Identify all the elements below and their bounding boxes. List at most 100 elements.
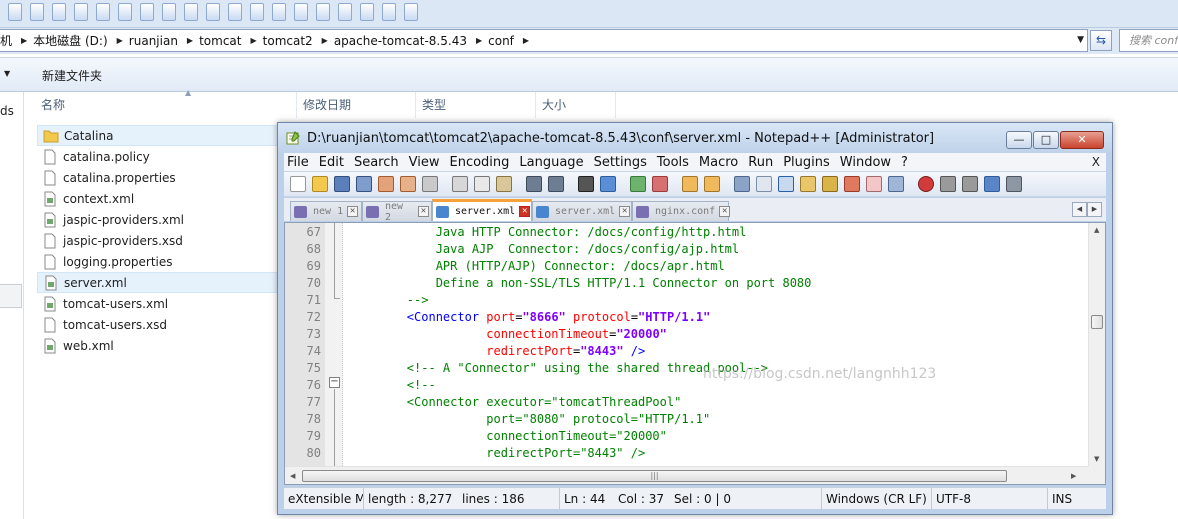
close-tab-icon[interactable]: ✕ — [719, 206, 731, 217]
minimize-button[interactable]: — — [1006, 131, 1032, 149]
file-row[interactable]: catalina.policy — [37, 146, 285, 167]
window-thumbnail[interactable] — [316, 3, 330, 21]
code-line[interactable]: Java HTTP Connector: /docs/config/http.h… — [349, 224, 747, 241]
code-line[interactable]: APR (HTTP/AJP) Connector: /docs/apr.html — [349, 258, 725, 275]
menu-search[interactable]: Search — [354, 155, 399, 170]
window-thumbnail[interactable] — [272, 3, 286, 21]
search-input[interactable]: 搜索 conf — [1119, 29, 1178, 52]
menu-help[interactable]: ? — [901, 155, 908, 170]
menu-view[interactable]: View — [409, 155, 440, 170]
file-row[interactable]: context.xml — [37, 188, 285, 209]
close-all-icon[interactable] — [400, 176, 416, 192]
document-map-icon[interactable] — [822, 176, 838, 192]
status-encoding[interactable]: UTF-8 — [932, 488, 1048, 509]
window-thumbnail[interactable] — [404, 3, 418, 21]
window-thumbnail[interactable] — [184, 3, 198, 21]
window-thumbnail[interactable] — [118, 3, 132, 21]
tab-new-1[interactable]: new 1 ✕ — [290, 201, 362, 221]
window-thumbnail[interactable] — [74, 3, 88, 21]
file-row[interactable]: logging.properties — [37, 251, 285, 272]
code-line[interactable]: connectionTimeout="20000" — [349, 428, 667, 445]
window-thumbnail[interactable] — [228, 3, 242, 21]
horizontal-scroll-thumb[interactable]: ||| — [302, 470, 1007, 482]
save-all-icon[interactable] — [356, 176, 372, 192]
tab-nginx-conf[interactable]: nginx.conf ✕ — [632, 201, 731, 221]
menu-window[interactable]: Window — [840, 155, 891, 170]
word-wrap-icon[interactable] — [734, 176, 750, 192]
close-tab-icon[interactable]: ✕ — [519, 206, 531, 217]
vertical-scroll-thumb[interactable] — [1091, 315, 1103, 329]
chevron-right-icon[interactable]: ▶ — [187, 36, 193, 45]
code-line[interactable]: redirectPort="8443" /> — [349, 445, 645, 462]
code-line[interactable]: <Connector port="8666" protocol="HTTP/1.… — [349, 309, 711, 326]
window-thumbnail[interactable] — [250, 3, 264, 21]
indent-guide-icon[interactable] — [778, 176, 794, 192]
window-thumbnail[interactable] — [294, 3, 308, 21]
scroll-up-icon[interactable]: ▲ — [1094, 226, 1099, 234]
new-folder-button[interactable]: 新建文件夹 — [36, 65, 108, 87]
breadcrumb-apache-tomcat[interactable]: apache-tomcat-8.5.43 — [334, 34, 467, 48]
code-line[interactable]: connectionTimeout="20000" — [349, 326, 667, 343]
folder-as-workspace-icon[interactable] — [866, 176, 882, 192]
close-tab-icon[interactable]: ✕ — [418, 206, 429, 217]
save-macro-icon[interactable] — [1006, 176, 1022, 192]
breadcrumb-tomcat2[interactable]: tomcat2 — [263, 34, 313, 48]
record-macro-icon[interactable] — [918, 176, 934, 192]
code-line[interactable]: Java AJP Connector: /docs/config/ajp.htm… — [349, 241, 739, 258]
scroll-right-icon[interactable]: ▶ — [1071, 472, 1076, 480]
breadcrumb-ruanjian[interactable]: ruanjian — [129, 34, 178, 48]
code-line[interactable]: <Connector executor="tomcatThreadPool" — [349, 394, 682, 411]
column-name[interactable]: 名称 — [35, 92, 297, 118]
chevron-right-icon[interactable]: ▶ — [117, 36, 123, 45]
file-row[interactable]: jaspic-providers.xml — [37, 209, 285, 230]
paste-icon[interactable] — [496, 176, 512, 192]
column-size[interactable]: 大小 — [536, 92, 616, 118]
window-thumbnail[interactable] — [382, 3, 396, 21]
tab-scroll-left-icon[interactable]: ◀ — [1072, 202, 1087, 217]
zoom-out-icon[interactable] — [652, 176, 668, 192]
window-thumbnail[interactable] — [162, 3, 176, 21]
window-thumbnail[interactable] — [206, 3, 220, 21]
chevron-right-icon[interactable]: ▶ — [250, 36, 256, 45]
run-macro-multiple-icon[interactable] — [984, 176, 1000, 192]
window-thumbnail[interactable] — [360, 3, 374, 21]
code-line[interactable]: --> — [349, 292, 429, 309]
file-row[interactable]: tomcat-users.xml — [37, 293, 285, 314]
menu-macro[interactable]: Macro — [699, 155, 738, 170]
chevron-right-icon[interactable]: ▶ — [21, 36, 27, 45]
chevron-right-icon[interactable]: ▶ — [523, 36, 529, 45]
code-editor[interactable]: 67 68 69 70 71 72 73 74 75 76 77 78 79 80 − Java HTTP… — [284, 222, 1106, 485]
print-icon[interactable] — [422, 176, 438, 192]
monitoring-icon[interactable] — [888, 176, 904, 192]
navigation-selected-item[interactable] — [0, 284, 22, 308]
menu-edit[interactable]: Edit — [319, 155, 344, 170]
column-date-modified[interactable]: 修改日期 — [297, 92, 416, 118]
status-eol[interactable]: Windows (CR LF) — [822, 488, 932, 509]
close-button[interactable]: ✕ — [1060, 131, 1104, 149]
window-thumbnail[interactable] — [8, 3, 22, 21]
stop-macro-icon[interactable] — [940, 176, 956, 192]
menu-encoding[interactable]: Encoding — [449, 155, 509, 170]
file-row[interactable]: web.xml — [37, 335, 285, 356]
undo-icon[interactable] — [526, 176, 542, 192]
menu-file[interactable]: File — [287, 155, 309, 170]
find-icon[interactable] — [578, 176, 594, 192]
chevron-right-icon[interactable]: ▶ — [322, 36, 328, 45]
tab-scroll-right-icon[interactable]: ▶ — [1087, 202, 1102, 217]
chevron-right-icon[interactable]: ▶ — [476, 36, 482, 45]
file-row[interactable]: jaspic-providers.xsd — [37, 230, 285, 251]
menu-settings[interactable]: Settings — [594, 155, 647, 170]
file-row[interactable]: server.xml — [37, 272, 285, 293]
cut-icon[interactable] — [452, 176, 468, 192]
menu-run[interactable]: Run — [748, 155, 773, 170]
zoom-in-icon[interactable] — [630, 176, 646, 192]
breadcrumb-conf[interactable]: conf — [488, 34, 514, 48]
column-type[interactable]: 类型 — [416, 92, 536, 118]
code-line[interactable]: redirectPort="8443" /> — [349, 343, 645, 360]
tab-new-2[interactable]: new 2 ✕ — [362, 201, 432, 223]
maximize-button[interactable]: □ — [1033, 131, 1059, 149]
scroll-left-icon[interactable]: ◀ — [290, 472, 295, 480]
open-file-icon[interactable] — [312, 176, 328, 192]
file-row[interactable]: catalina.properties — [37, 167, 285, 188]
window-thumbnail[interactable] — [30, 3, 44, 21]
